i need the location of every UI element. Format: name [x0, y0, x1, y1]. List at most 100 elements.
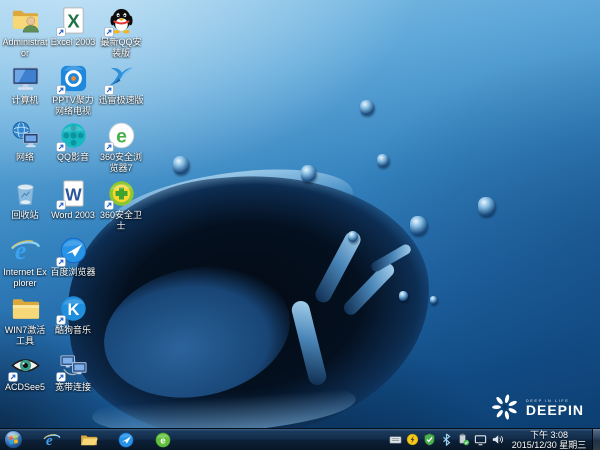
excel-icon: X: [55, 5, 89, 37]
desktop-icon-label: 回收站: [11, 210, 39, 220]
shortcut-arrow-icon: [55, 257, 66, 267]
folder-icon: [10, 293, 41, 324]
water-droplet: [173, 156, 189, 174]
start-button[interactable]: [0, 429, 26, 450]
desktop-icon-label: 酷狗音乐: [54, 325, 91, 335]
speaker-icon: [492, 435, 503, 444]
shortcut-arrow-icon: [103, 85, 114, 95]
desktop-icon-label: 360安全浏览器7: [99, 152, 143, 173]
deepin-swirl-icon: [491, 394, 517, 420]
taskbar-button-baidu-browser[interactable]: [114, 430, 138, 450]
desktop-icon-label: Administrator: [2, 37, 48, 58]
desktop-icon-computer[interactable]: 计算机: [2, 63, 48, 106]
tray-volume[interactable]: [491, 433, 504, 446]
desktop-icon-word-2003[interactable]: W Word 2003: [50, 178, 96, 221]
film-reel-icon: [55, 120, 89, 152]
water-droplet: [360, 100, 374, 115]
kugou-icon: K: [55, 293, 89, 325]
desktop-icon-360-browser-7[interactable]: e 360安全浏览器7: [98, 120, 144, 174]
desktop-icon-label: QQ影音: [56, 152, 89, 162]
desktop-icon-acdsee5[interactable]: ACDSee5: [2, 350, 48, 393]
browser-360-icon: e: [103, 120, 137, 152]
desktop-icon-baidu-browser[interactable]: 百度浏览器: [50, 235, 96, 278]
tray-removable-device[interactable]: [457, 433, 470, 446]
desktop-icon-xunlei-speed[interactable]: 迅雷极速版: [98, 63, 144, 106]
xunlei-bird-icon: [103, 63, 137, 95]
deepin-wordmark: DEEPIN: [525, 401, 584, 418]
clock-date: 2015/12/30 星期三: [511, 440, 587, 450]
desktop-icon-label: Word 2003: [51, 210, 95, 220]
taskbar-button-windows-explorer[interactable]: [77, 430, 101, 450]
desktop-icon-qq-latest[interactable]: 最新QQ安装版: [98, 5, 144, 59]
shield-check-icon: [424, 433, 435, 446]
desktop-icon-label: ACDSee5: [4, 382, 46, 392]
water-droplet: [478, 197, 495, 216]
desktop-icon-network[interactable]: 网络: [2, 120, 48, 163]
shortcut-arrow-icon: [103, 200, 114, 210]
shortcut-arrow-icon: [103, 142, 114, 152]
pptv-icon: [55, 63, 89, 95]
desktop-icon-label: 360安全卫士: [99, 210, 143, 231]
desktop-icon-excel-2003[interactable]: X Excel 2003: [50, 5, 96, 48]
desktop-icon-label: 计算机: [11, 95, 39, 105]
svg-text:X: X: [67, 10, 80, 31]
svg-text:e: e: [116, 125, 127, 147]
svg-text:W: W: [65, 184, 82, 204]
bluetooth-icon: [443, 433, 451, 446]
desktop-icon-label: 宽带连接: [54, 382, 91, 392]
water-droplet: [410, 216, 427, 235]
desktop-icon-grid: Administrator 计算机 网络 回收站 e Internet Explorer W…: [2, 5, 152, 415]
desktop-icon-label: Excel 2003: [50, 37, 96, 47]
desktop-icon-recycle-bin[interactable]: 回收站: [2, 178, 48, 221]
desktop-icon-label: 百度浏览器: [50, 267, 96, 277]
taskbar-button-360-browser[interactable]: e: [151, 430, 175, 450]
desktop-icon-internet-explorer[interactable]: e Internet Explorer: [2, 235, 48, 289]
deepin-logo: DEEP IN LIFE DEEPIN: [490, 392, 584, 422]
show-desktop-button[interactable]: [592, 428, 600, 450]
desktop-icon-administrator[interactable]: Administrator: [2, 5, 48, 59]
desktop-screen: DEEP IN LIFE DEEPIN Administrator 计算机网络回收…: [0, 0, 600, 450]
desktop-icon-win7-activator[interactable]: WIN7激活工具: [2, 293, 48, 347]
tray-antivirus[interactable]: [406, 433, 419, 446]
desktop-icon-qq-player[interactable]: QQ影音: [50, 120, 96, 163]
browser-360-green-icon: e: [155, 432, 171, 447]
baidu-browser-icon: [118, 432, 134, 447]
word-icon: W: [55, 178, 89, 210]
desktop-icon-kugou-music[interactable]: K 酷狗音乐: [50, 293, 96, 336]
tray-display[interactable]: [474, 433, 487, 446]
lightning-circle-icon: [406, 433, 419, 446]
broadband-icon: [55, 350, 89, 382]
shortcut-arrow-icon: [55, 315, 66, 325]
shortcut-arrow-icon: [55, 372, 66, 382]
desktop-icon-label: 最新QQ安装版: [100, 37, 142, 58]
ie-icon: e: [43, 432, 61, 449]
desktop-icon-label: WIN7激活工具: [4, 325, 46, 346]
deepin-tagline: DEEP IN LIFE: [525, 397, 570, 403]
recycle-bin-icon: [10, 178, 41, 209]
windows-logo-icon: [3, 430, 23, 449]
explorer-folder-icon: [80, 435, 98, 445]
tray-bluetooth[interactable]: [440, 433, 453, 446]
taskbar-clock[interactable]: 下午 3:08 2015/12/30 星期三: [510, 429, 588, 450]
desktop-icon-label: PPTV聚力 网络电视: [52, 95, 94, 116]
water-droplet: [377, 154, 389, 167]
desktop-icon-pptv[interactable]: PPTV聚力 网络电视: [50, 63, 96, 117]
desktop-icon-label: Internet Explorer: [3, 267, 47, 288]
tray-input-method[interactable]: [389, 433, 402, 446]
qq-penguin-icon: [103, 5, 137, 37]
baidu-browser-icon: [55, 235, 89, 267]
taskbar-button-internet-explorer[interactable]: e: [40, 430, 64, 450]
usb-device-icon: [459, 433, 470, 446]
shortcut-arrow-icon: [55, 200, 66, 210]
clock-time: 下午 3:08: [529, 430, 569, 440]
display-icon: [474, 435, 487, 446]
water-droplet: [430, 296, 437, 304]
shortcut-arrow-icon: [55, 142, 66, 152]
desktop-icon-broadband-connection[interactable]: 宽带连接: [50, 350, 96, 393]
desktop-icon-label: 网络: [15, 152, 34, 162]
taskbar: e e 下午 3:08 2015/12/30 星期三: [0, 428, 600, 450]
desktop-icon-360-safe-guard[interactable]: 360安全卫士: [98, 178, 144, 232]
shortcut-arrow-icon: [55, 85, 66, 95]
desktop-icon-label: 迅雷极速版: [98, 95, 144, 105]
tray-security-center[interactable]: [423, 433, 436, 446]
